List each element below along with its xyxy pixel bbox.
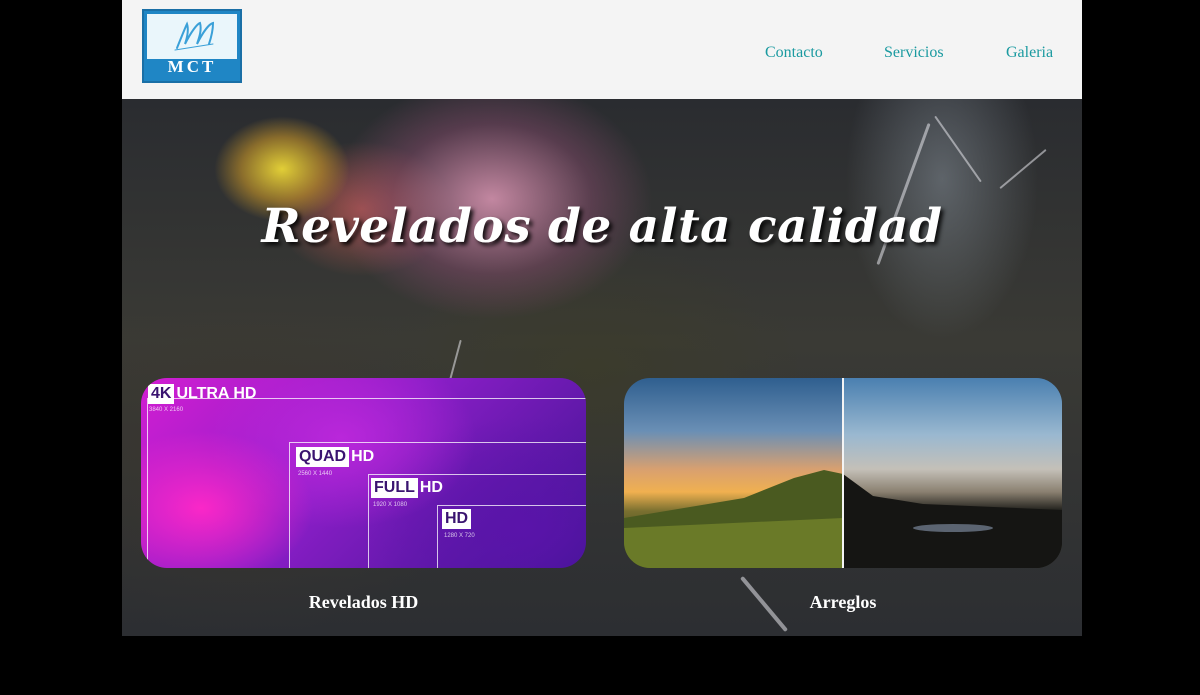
logo-script-mark-icon: [174, 21, 215, 51]
before-after-divider: [842, 378, 844, 568]
badge-strong: HD: [442, 509, 472, 529]
badge-quad-hd: QUAD HD: [296, 447, 374, 467]
badge-resolution: 1280 X 720: [444, 533, 475, 539]
hero-title: Revelados de alta calidad: [261, 199, 943, 254]
badge-full-hd: FULL HD: [371, 478, 443, 498]
badge-hd: HD: [442, 509, 473, 529]
mct-logo[interactable]: MCT: [142, 9, 242, 83]
revelados-hd-image[interactable]: 4K ULTRA HD 3840 X 2160 QUAD HD 2560 X 144…: [141, 378, 586, 568]
badge-resolution: 2560 X 1440: [298, 471, 333, 477]
badge-resolution: 3840 X 2160: [149, 407, 184, 413]
badge-resolution: 1920 X 1080: [373, 502, 408, 508]
badge-strong: QUAD: [296, 447, 350, 467]
hero-banner: Revelados de alta calidad 4K ULTRA HD 384…: [122, 99, 1082, 636]
mountain-silhouette-icon: [843, 474, 1062, 568]
nav-link-servicios[interactable]: Servicios: [884, 44, 944, 64]
badge-strong: 4K: [148, 384, 175, 404]
card-label-revelados-hd[interactable]: Revelados HD: [141, 592, 586, 613]
light-streak: [999, 148, 1047, 190]
site-header: MCT Contacto Servicios Galeria: [122, 0, 1082, 99]
nav-link-contacto[interactable]: Contacto: [765, 44, 823, 64]
card-label-arreglos[interactable]: Arreglos: [624, 592, 1062, 613]
light-streak: [934, 115, 982, 183]
badge-text: HD: [419, 479, 443, 496]
badge-text: HD: [351, 448, 375, 465]
arreglos-image[interactable]: [624, 378, 1062, 568]
badge-4k-ultra-hd: 4K ULTRA HD: [148, 384, 256, 404]
mountain-icon: [624, 470, 843, 568]
nav-link-galeria[interactable]: Galeria: [1006, 44, 1053, 64]
badge-text: ULTRA HD: [176, 385, 257, 402]
logo-text: MCT: [167, 57, 217, 76]
badge-strong: FULL: [371, 478, 418, 498]
arreglos-image-after: [843, 378, 1062, 568]
logo-signature-area: [147, 14, 237, 59]
page: MCT Contacto Servicios Galeria Revelados…: [122, 0, 1082, 636]
